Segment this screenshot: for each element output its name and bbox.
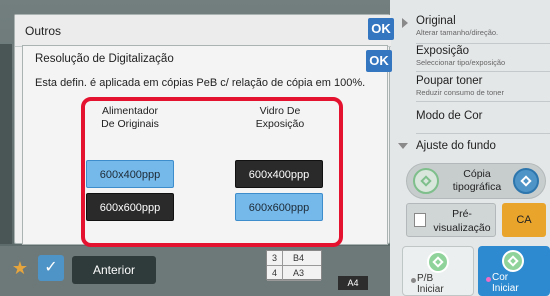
background-left-strip [0, 44, 12, 244]
paper-tray-size: B4 [293, 253, 305, 263]
start-color-button[interactable]: Cor Iniciar [478, 246, 550, 296]
right-item-title: Poupar toner [416, 75, 483, 87]
right-item-title: Exposição [416, 45, 470, 57]
glass-600x400-button[interactable]: 600x400ppp [235, 160, 323, 188]
paper-tray-number: 3 [267, 251, 283, 265]
feeder-600x600-button[interactable]: 600x600ppp [86, 193, 174, 221]
start-icon [427, 251, 449, 273]
outer-ok-button[interactable]: OK [368, 18, 394, 40]
paper-tray-row: 3 B4 [267, 251, 321, 266]
start-bw-button[interactable]: P/B Iniciar [402, 246, 474, 296]
preview-label: Pré- visualização [433, 208, 491, 234]
previous-button[interactable]: Anterior [72, 256, 156, 284]
paper-tray-number: 4 [267, 266, 283, 280]
duplex-copy-button[interactable]: Cópia tipográfica [406, 163, 546, 199]
right-item-title: Modo de Cor [416, 110, 483, 122]
glass-600x600-button[interactable]: 600x600ppp [235, 193, 323, 221]
paper-tray-grid: 3 B4 4 A3 [266, 250, 322, 281]
right-item-exposure[interactable]: Exposição Seleccionar tipo/exposição [416, 44, 550, 72]
check-icon[interactable]: ✓ [38, 255, 64, 281]
column-heading-feeder: Alimentador De Originais [101, 105, 159, 130]
start-color-label: Cor Iniciar [492, 272, 519, 294]
paper-tray-row: 4 A3 [267, 266, 321, 281]
color-indicator-dot [486, 277, 491, 282]
column-heading-glass: Vidro De Exposição [255, 105, 305, 130]
right-item-subtitle: Reduzir consumo de toner [416, 88, 504, 97]
start-icon [502, 250, 524, 272]
right-item-subtitle: Seleccionar tipo/exposição [416, 58, 506, 67]
clear-all-button[interactable]: CA [502, 203, 546, 237]
dialog-ok-button[interactable]: OK [366, 50, 392, 72]
selected-paper-badge: A4 [338, 276, 368, 290]
right-item-original[interactable]: Original Alterar tamanho/direção. [416, 14, 550, 44]
right-item-color-mode[interactable]: Modo de Cor [416, 104, 550, 134]
info-text: Esta defin. é aplicada em cópias PeB c/ … [35, 77, 366, 89]
scan-resolution-dialog: Resolução de Digitalização Esta defin. é… [22, 45, 388, 247]
dialog-title: Resolução de Digitalização [35, 53, 174, 65]
play-icon [402, 18, 408, 28]
start-blue-icon [513, 168, 539, 194]
bw-indicator-dot [411, 278, 416, 283]
dialog-title: Outros [25, 24, 62, 38]
paper-tray-size: A3 [293, 268, 305, 278]
star-icon[interactable]: ★ [10, 258, 30, 278]
preview-button[interactable]: Pré- visualização [406, 203, 496, 237]
start-bw-label: P/B Iniciar [417, 273, 444, 295]
feeder-600x400-button[interactable]: 600x400ppp [86, 160, 174, 188]
right-item-title: Ajuste do fundo [416, 140, 496, 152]
right-item-title: Original [416, 15, 456, 27]
right-item-background-adjust[interactable]: Ajuste do fundo [416, 134, 550, 160]
duplex-copy-label: Cópia tipográfica [452, 168, 502, 193]
dialog-title-bar: Outros [15, 15, 391, 47]
right-item-toner-save[interactable]: Poupar toner Reduzir consumo de toner [416, 74, 550, 102]
start-green-icon [413, 168, 439, 194]
document-icon [414, 213, 426, 227]
scroll-down-arrow-icon[interactable] [398, 143, 408, 149]
right-item-subtitle: Alterar tamanho/direção. [416, 28, 499, 37]
